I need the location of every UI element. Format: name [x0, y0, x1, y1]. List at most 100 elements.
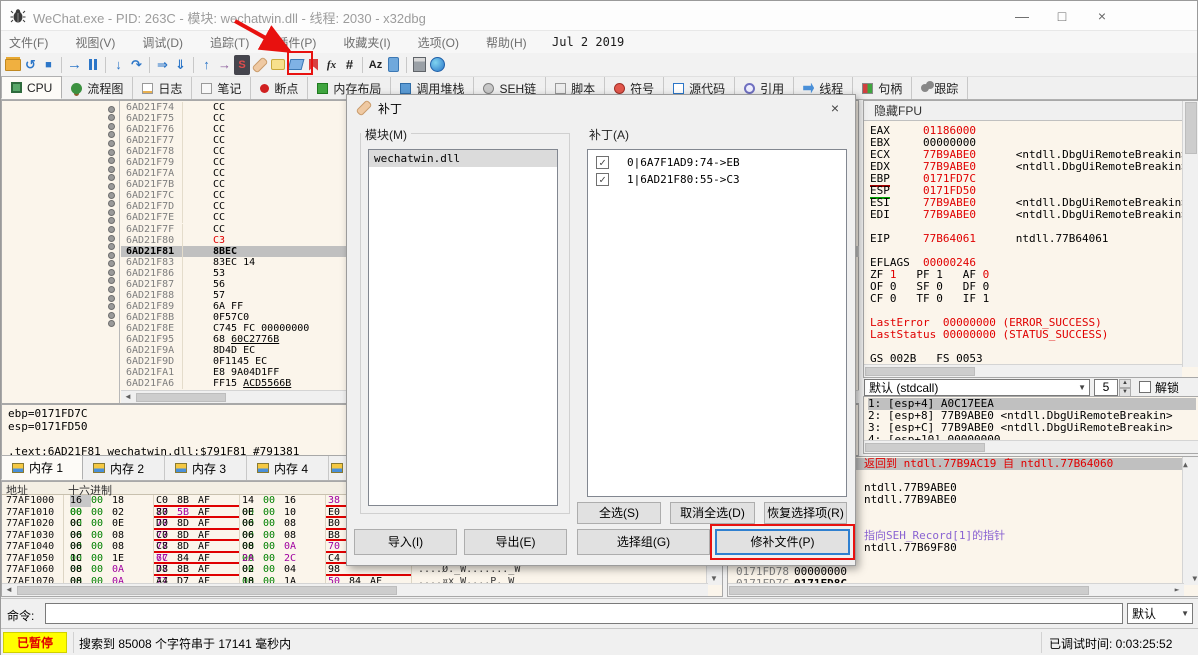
deselect-all-button[interactable]: 取消全选(D): [670, 502, 755, 524]
tab-trace[interactable]: 跟踪: [912, 77, 969, 99]
strings-icon[interactable]: [367, 55, 384, 75]
animate-into-icon[interactable]: [154, 55, 171, 75]
title-bar[interactable]: WeChat.exe - PID: 263C - 模块: wechatwin.d…: [1, 1, 1197, 31]
breakpoint-dot[interactable]: [108, 251, 115, 259]
dump-hscrollbar[interactable]: ◄: [2, 583, 708, 596]
scroll-thumb[interactable]: [729, 585, 1089, 595]
patch-list[interactable]: 0|6A7F1AD9:74->EB 1|6AD21F80:55->C3: [587, 149, 847, 497]
registers-hscrollbar[interactable]: [864, 364, 1182, 377]
tab-breakpoints[interactable]: 断点: [251, 77, 309, 99]
breakpoint-dot[interactable]: [108, 217, 115, 225]
memory-tab-4[interactable]: 内存 4: [247, 456, 329, 480]
patch-list-item[interactable]: 0|6A7F1AD9:74->EB: [588, 154, 846, 171]
modules-icon[interactable]: [385, 55, 402, 75]
execute-till-return-icon[interactable]: [198, 55, 215, 75]
breakpoint-dot[interactable]: [108, 165, 115, 173]
breakpoint-dot[interactable]: [108, 208, 115, 216]
internet-icon[interactable]: [429, 55, 446, 75]
breakpoint-dot[interactable]: [108, 148, 115, 156]
calling-convention-select[interactable]: 默认 (stdcall) ▼: [864, 378, 1090, 396]
breakpoint-dot[interactable]: [108, 200, 115, 208]
scroll-thumb[interactable]: [136, 392, 226, 402]
scroll-left-arrow[interactable]: ◄: [121, 391, 135, 403]
dialog-title-bar[interactable]: 补丁 ×: [347, 95, 855, 121]
restore-selection-button[interactable]: 恢复选择项(R): [764, 502, 847, 524]
breakpoint-dot[interactable]: [108, 139, 115, 147]
maximize-button[interactable]: □: [1045, 1, 1079, 31]
select-all-button[interactable]: 全选(S): [577, 502, 661, 524]
patch-checkbox[interactable]: [596, 173, 609, 186]
tab-log[interactable]: 日志: [133, 77, 193, 99]
argument-list[interactable]: 1: [esp+4] A0C17EEA 2: [esp+8] 77B9ABE0 <…: [868, 398, 1196, 446]
breakpoint-dot[interactable]: [108, 174, 115, 182]
tab-cpu[interactable]: CPU: [1, 76, 63, 99]
stack-vscrollbar[interactable]: ▲ ▼: [1182, 457, 1198, 585]
menu-debug[interactable]: 调试(D): [142, 34, 183, 51]
calculator-icon[interactable]: [411, 55, 428, 75]
breakpoint-dot[interactable]: [108, 182, 115, 190]
close-button[interactable]: ×: [1085, 1, 1119, 31]
stop-icon[interactable]: [40, 55, 57, 75]
step-into-icon[interactable]: [110, 55, 127, 75]
menu-help[interactable]: 帮助(H): [486, 34, 527, 51]
scroll-right-arrow[interactable]: ►: [1170, 584, 1184, 596]
stepper-up-icon[interactable]: ▲: [1119, 378, 1131, 388]
module-list-item[interactable]: wechatwin.dll: [369, 150, 557, 167]
breakpoint-dot[interactable]: [108, 243, 115, 251]
scroll-left-arrow[interactable]: ◄: [2, 584, 16, 596]
crc-icon[interactable]: [341, 55, 358, 75]
patch-list-item[interactable]: 1|6AD21F80:55->C3: [588, 171, 846, 188]
run-icon[interactable]: [66, 55, 83, 75]
breakpoint-dot[interactable]: [108, 157, 115, 165]
tab-notes[interactable]: 笔记: [192, 77, 252, 99]
menu-favourites[interactable]: 收藏夹(I): [343, 34, 390, 51]
breakpoint-dot[interactable]: [108, 225, 115, 233]
scroll-thumb[interactable]: [865, 366, 975, 376]
arguments-pane[interactable]: 1: [esp+4] A0C17EEA 2: [esp+8] 77B9ABE0 <…: [863, 396, 1198, 454]
export-button[interactable]: 导出(E): [464, 529, 567, 555]
memory-tab-1[interactable]: 内存 1: [1, 455, 83, 480]
command-profile-select[interactable]: 默认 ▼: [1127, 603, 1193, 624]
tab-handles[interactable]: 句柄: [853, 77, 913, 99]
patch-checkbox[interactable]: [596, 156, 609, 169]
scroll-thumb[interactable]: [1184, 102, 1197, 154]
pick-groups-button[interactable]: 选择组(G): [577, 529, 710, 555]
scroll-up-arrow[interactable]: ▲: [1183, 460, 1188, 469]
breakpoint-dot[interactable]: [108, 268, 115, 276]
stack-hscrollbar[interactable]: ►: [728, 583, 1184, 596]
breakpoint-dot[interactable]: [108, 191, 115, 199]
scroll-thumb[interactable]: [865, 442, 985, 452]
breakpoint-dot[interactable]: [108, 320, 115, 328]
dialog-close-button[interactable]: ×: [823, 99, 847, 117]
menu-file[interactable]: 文件(F): [9, 34, 48, 51]
breakpoint-dot[interactable]: [108, 114, 115, 122]
unlock-checkbox[interactable]: 解锁: [1139, 379, 1179, 396]
animate-over-icon[interactable]: [172, 55, 189, 75]
minimize-button[interactable]: —: [1005, 1, 1039, 31]
import-button[interactable]: 导入(I): [354, 529, 457, 555]
menu-view[interactable]: 视图(V): [75, 34, 115, 51]
memory-tab-3[interactable]: 内存 3: [165, 456, 247, 480]
scroll-down-arrow[interactable]: ▼: [707, 573, 721, 585]
breakpoint-dot[interactable]: [108, 294, 115, 302]
arguments-hscrollbar[interactable]: [864, 440, 1198, 453]
tab-graph[interactable]: 流程图: [62, 77, 134, 99]
breakpoint-dot[interactable]: [108, 303, 115, 311]
registers-pane[interactable]: 隐藏FPU EAX 01186000 EBX 00000000 ECX 77B9AB…: [863, 100, 1198, 378]
breakpoint-dot[interactable]: [108, 277, 115, 285]
scroll-thumb[interactable]: [17, 585, 397, 595]
command-input[interactable]: [45, 603, 1123, 624]
argument-count-stepper[interactable]: 5: [1094, 378, 1118, 396]
breakpoint-dot[interactable]: [108, 260, 115, 268]
hide-fpu-button[interactable]: 隐藏FPU: [864, 101, 1198, 121]
checkbox-icon[interactable]: [1139, 381, 1151, 393]
breakpoint-dot[interactable]: [108, 122, 115, 130]
scroll-down-arrow[interactable]: ▼: [1188, 573, 1198, 585]
breakpoint-dot[interactable]: [108, 105, 115, 113]
memory-tab-2[interactable]: 内存 2: [83, 456, 165, 480]
breakpoint-dot[interactable]: [108, 311, 115, 319]
menu-options[interactable]: 选项(O): [418, 34, 459, 51]
registers-vscrollbar[interactable]: [1182, 101, 1198, 367]
open-file-icon[interactable]: [4, 55, 21, 75]
breakpoint-dot[interactable]: [108, 286, 115, 294]
